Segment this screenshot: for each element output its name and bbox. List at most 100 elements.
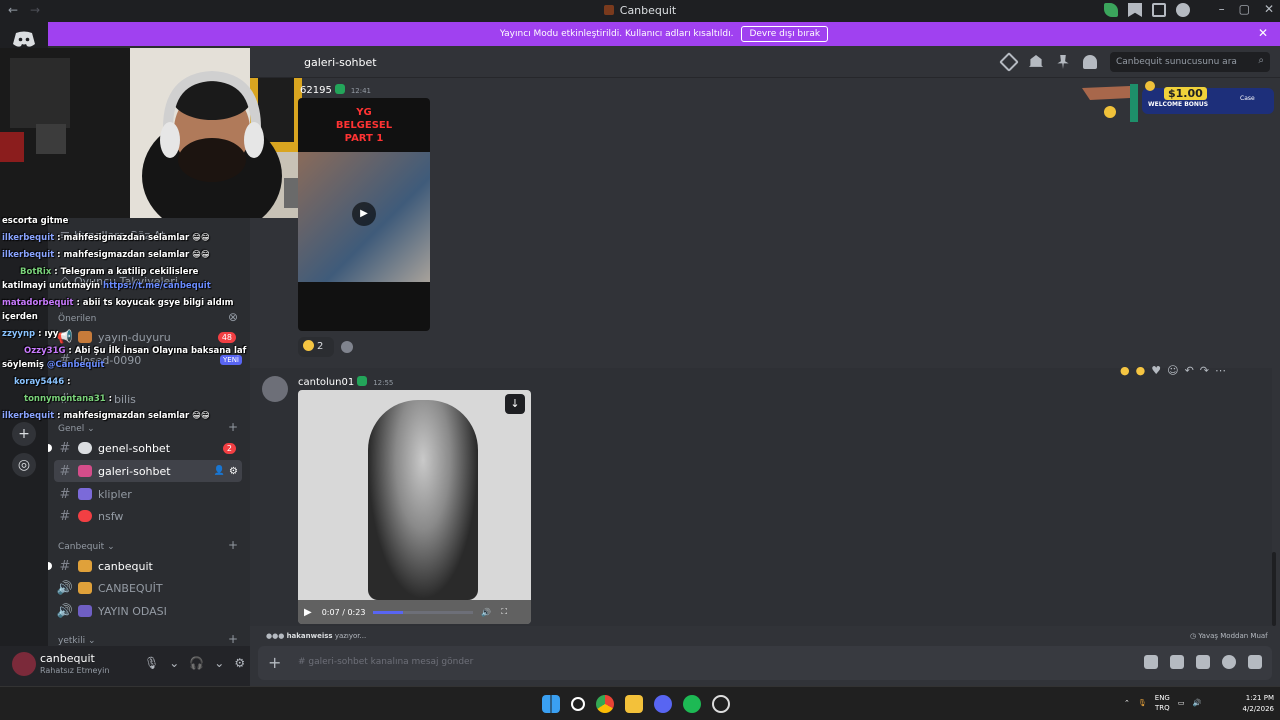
add-channel-icon[interactable]: + <box>228 632 238 646</box>
discover-icon[interactable]: ◎ <box>12 453 36 477</box>
member-list-icon[interactable] <box>1083 55 1097 69</box>
title-bar: ← → Canbequit – ▢ ✕ <box>0 0 1280 22</box>
file-explorer-icon[interactable] <box>625 695 643 713</box>
maximize-icon[interactable]: ▢ <box>1239 2 1250 16</box>
sidebar-item-yayin-odasi[interactable]: 🔊 YAYIN ODASI <box>54 600 242 622</box>
add-channel-icon[interactable]: + <box>228 538 238 552</box>
video-frame <box>368 400 478 600</box>
language-indicator[interactable]: ENG TRQ <box>1155 693 1170 713</box>
heart-icon[interactable]: ♥ <box>1151 364 1161 377</box>
invite-icon[interactable]: 👤 <box>214 466 225 476</box>
window-controls: – ▢ ✕ <box>1219 2 1274 16</box>
more-options-icon[interactable]: ⋯ <box>1215 364 1226 377</box>
scrollbar[interactable] <box>1272 552 1276 626</box>
speaker-icon: 🔊 <box>56 603 74 619</box>
stream-chat-overlay: escorta gitme ilkerbequit : mahfesigmazd… <box>0 216 250 426</box>
avatar[interactable] <box>262 376 288 402</box>
username[interactable]: canbequit <box>40 652 95 665</box>
settings-gear-icon[interactable]: ⚙ <box>229 466 238 477</box>
seek-bar[interactable] <box>373 610 474 614</box>
leaf-icon[interactable] <box>1104 3 1118 17</box>
category-yetkili[interactable]: yetkili ⌄ <box>58 636 96 646</box>
bookmark-icon[interactable] <box>1128 3 1142 17</box>
microphone-icon[interactable]: 🎙 <box>1138 699 1147 707</box>
promo-overlay: $1.00 WELCOME BONUS Case <box>1080 78 1274 124</box>
chat-line: koray5446 : <box>14 377 71 387</box>
sidebar-item-genel-sohbet[interactable]: # genel-sohbet 2 <box>54 437 242 459</box>
emoji-icon[interactable] <box>1222 655 1236 669</box>
pin-icon[interactable] <box>1057 55 1069 69</box>
gif-icon[interactable] <box>1170 655 1184 669</box>
trident-icon <box>78 560 92 572</box>
display-icon[interactable]: ▭ <box>1178 699 1185 707</box>
sidebar-item-klipler[interactable]: # klipler <box>54 483 242 505</box>
minimize-icon[interactable]: – <box>1219 2 1225 16</box>
sidebar-item-galeri-sohbet[interactable]: # galeri-sohbet 👤 ⚙ <box>54 460 242 482</box>
play-icon[interactable]: ▶ <box>304 607 312 618</box>
volume-icon[interactable]: 🔊 <box>481 608 491 617</box>
add-reaction-icon[interactable] <box>341 341 353 353</box>
inbox-icon[interactable] <box>1152 3 1166 17</box>
forward-icon[interactable]: ↷ <box>1200 364 1209 377</box>
play-icon[interactable]: ▶ <box>352 202 376 226</box>
threads-icon[interactable] <box>999 52 1019 72</box>
emoji-reaction-icon[interactable]: ● <box>1120 364 1130 377</box>
unread-indicator <box>48 444 52 452</box>
disable-streamer-mode-button[interactable]: Devre dışı bırak <box>741 26 829 42</box>
search-icon[interactable] <box>571 697 585 711</box>
brand-text: Case <box>1240 95 1255 102</box>
discord-icon[interactable] <box>654 695 672 713</box>
reaction-button[interactable]: 2 <box>298 337 334 357</box>
chevron-up-icon[interactable]: ⌃ <box>1124 699 1130 707</box>
chevron-down-icon[interactable]: ⌄ <box>214 656 224 670</box>
server-icon <box>603 5 614 15</box>
clock[interactable]: 1:21 PM 4/2/2026 <box>1230 693 1274 715</box>
microphone-icon[interactable]: 🎙 <box>144 656 159 670</box>
discord-logo-icon[interactable] <box>12 30 36 48</box>
chevron-down-icon[interactable]: ⌄ <box>169 656 179 670</box>
taskbar: ⌃ 🎙 ENG TRQ ▭ 🔊 1:21 PM 4/2/2026 <box>0 686 1280 720</box>
video-attachment[interactable]: YG BELGESEL PART 1 ▶ <box>298 98 430 331</box>
fullscreen-icon[interactable]: ⛶ <box>501 607 507 617</box>
speech-bubble-icon <box>78 442 92 454</box>
title-bar-icons <box>1104 3 1190 17</box>
spotify-icon[interactable] <box>683 695 701 713</box>
message-author[interactable]: 62195 12:41 <box>300 84 371 96</box>
message-input[interactable]: # galeri-sohbet kanalına mesaj gönder <box>298 657 473 667</box>
headphones-icon[interactable]: 🎧 <box>189 656 204 670</box>
search-input[interactable]: Canbequit sunucusunu ara ⌕ <box>1110 52 1270 72</box>
apps-icon[interactable] <box>1248 655 1262 669</box>
message-composer[interactable]: + # galeri-sohbet kanalına mesaj gönder <box>258 646 1272 680</box>
message-actions: ● ● ♥ ☺ ↶ ↷ ⋯ <box>1120 364 1226 377</box>
attach-plus-icon[interactable]: + <box>268 653 281 672</box>
close-window-icon[interactable]: ✕ <box>1264 2 1274 16</box>
banner-text: Yayıncı Modu etkinleştirildi. Kullanıcı … <box>499 29 734 39</box>
room-emoji-icon <box>78 605 92 617</box>
gift-icon[interactable] <box>1144 655 1158 669</box>
hash-icon: # <box>59 558 71 574</box>
sticker-icon[interactable] <box>1196 655 1210 669</box>
reply-icon[interactable]: ↶ <box>1185 364 1194 377</box>
user-settings-gear-icon[interactable]: ⚙ <box>234 656 245 670</box>
header-icons <box>999 52 1097 72</box>
sidebar-item-canbequit[interactable]: # canbequit <box>54 555 242 577</box>
chat-line: escorta gitme <box>2 216 69 226</box>
category-canbequit[interactable]: Canbequit ⌄ <box>58 542 115 552</box>
message-author[interactable]: cantolun01 12:55 <box>298 376 393 388</box>
help-icon[interactable] <box>1176 3 1190 17</box>
video-player[interactable]: ↓ ▶ 0:07 / 0:23 🔊 ⛶ <box>298 390 531 624</box>
volume-icon[interactable]: 🔊 <box>1192 699 1201 707</box>
emoji-reaction-icon[interactable]: ● <box>1136 364 1146 377</box>
notification-mute-icon[interactable] <box>1029 55 1043 67</box>
video-caption: YG BELGESEL PART 1 <box>335 107 393 144</box>
avatar[interactable] <box>12 652 36 676</box>
sidebar-item-nsfw[interactable]: # nsfw <box>54 505 242 527</box>
add-reaction-icon[interactable]: ☺ <box>1167 364 1178 377</box>
chrome-icon[interactable] <box>596 695 614 713</box>
windows-start-icon[interactable] <box>542 695 560 713</box>
user-panel: canbequit Rahatsız Etmeyin 🎙 ⌄ 🎧 ⌄ ⚙ <box>0 646 250 686</box>
sidebar-item-canbequit-voice[interactable]: 🔊 CANBEQUİT <box>54 577 242 599</box>
close-banner-icon[interactable]: ✕ <box>1258 26 1268 40</box>
download-icon[interactable]: ↓ <box>505 394 525 414</box>
steelseries-icon[interactable] <box>712 695 730 713</box>
